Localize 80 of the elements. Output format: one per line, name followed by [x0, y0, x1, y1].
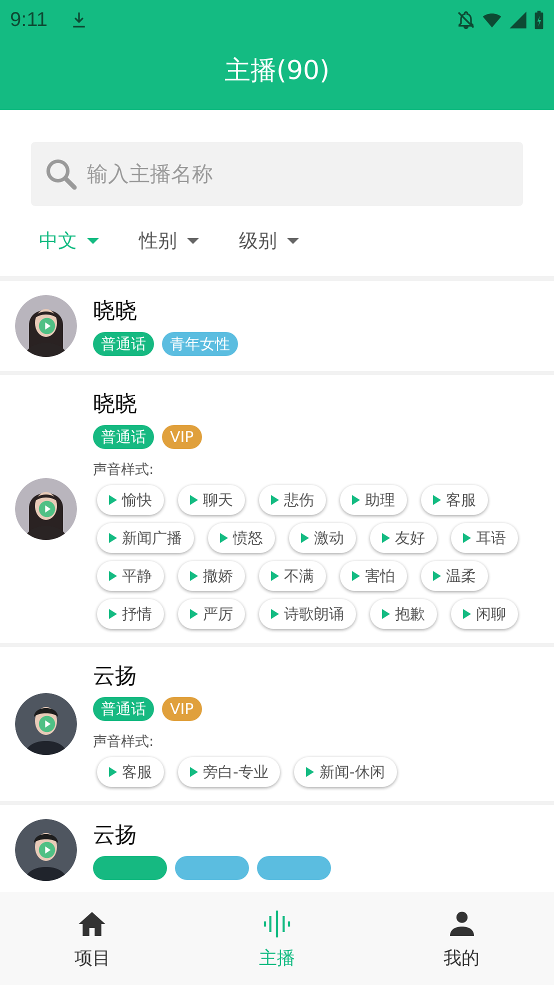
play-icon: [463, 533, 471, 543]
play-icon: [190, 609, 198, 619]
voice-style-button[interactable]: 诗歌朗诵: [259, 599, 356, 629]
caret-icon: [87, 238, 99, 244]
voice-style-button[interactable]: 新闻广播: [97, 523, 194, 553]
voice-style-button[interactable]: 害怕: [340, 561, 407, 591]
caret-icon: [187, 238, 199, 244]
play-icon: [433, 571, 441, 581]
voice-style-button[interactable]: 愉快: [97, 485, 164, 515]
play-icon: [433, 495, 441, 505]
caret-icon: [287, 238, 299, 244]
play-icon: [301, 533, 309, 543]
voice-style-button[interactable]: 抱歉: [370, 599, 437, 629]
tag: 青年女性: [162, 332, 238, 356]
play-icon: [190, 495, 198, 505]
nav-tab[interactable]: 我的: [369, 892, 554, 985]
voice-style-button[interactable]: 新闻-休闲: [294, 757, 397, 787]
voice-style-button[interactable]: 闲聊: [451, 599, 518, 629]
tag: 普通话: [93, 697, 154, 721]
play-icon: [190, 571, 198, 581]
tag: VIP: [162, 697, 202, 721]
anchor-name: 晓晓: [93, 298, 138, 326]
play-icon: [109, 533, 117, 543]
play-icon: [190, 767, 198, 777]
anchor-card[interactable]: 云扬 普通话 VIP 声音样式: 客服 旁白-专业 新闻-休闲: [0, 647, 554, 801]
voice-style-button[interactable]: 平静: [97, 561, 164, 591]
play-icon: [271, 495, 279, 505]
play-icon: [109, 767, 117, 777]
play-icon: [109, 571, 117, 581]
play-icon: [352, 571, 360, 581]
play-icon: [382, 609, 390, 619]
play-icon: [306, 767, 314, 777]
filter-dropdown[interactable]: 级别: [239, 228, 299, 254]
tag: VIP: [162, 425, 202, 449]
play-icon: [109, 609, 117, 619]
anchor-name: 云扬: [93, 663, 138, 691]
play-icon: [109, 495, 117, 505]
waveform-icon: [261, 908, 293, 940]
voice-style-button[interactable]: 撒娇: [178, 561, 245, 591]
battery-icon: [534, 10, 544, 30]
voice-style-button[interactable]: 悲伤: [259, 485, 326, 515]
voice-style-button[interactable]: 助理: [340, 485, 407, 515]
play-icon: [352, 495, 360, 505]
anchor-card[interactable]: 晓晓 普通话 青年女性: [0, 281, 554, 371]
anchor-card[interactable]: 晓晓 普通话 VIP 声音样式: 愉快 聊天 悲伤 助理 客服 新闻广播 愤怒 激动 友好 耳语 平静 撒娇 不满 害怕 温柔 抒情 严厉 诗歌朗诵 抱歉 闲聊: [0, 375, 554, 643]
filter-dropdown[interactable]: 性别: [139, 228, 199, 254]
voice-style-button[interactable]: 激动: [289, 523, 356, 553]
voice-style-button[interactable]: 客服: [97, 757, 164, 787]
voice-style-button[interactable]: 聊天: [178, 485, 245, 515]
voice-style-button[interactable]: 旁白-专业: [178, 757, 280, 787]
anchor-name: 云扬: [93, 822, 138, 850]
play-icon: [38, 317, 56, 335]
tag: 普通话: [93, 425, 154, 449]
search-field[interactable]: 输入主播名称: [31, 142, 523, 206]
anchor-name: 晓晓: [93, 391, 138, 419]
play-icon: [271, 609, 279, 619]
voice-styles-label: 声音样式:: [93, 461, 155, 479]
play-icon: [220, 533, 228, 543]
page-title: 主播(90): [224, 54, 330, 88]
voice-style-button[interactable]: 温柔: [421, 561, 488, 591]
voice-style-button[interactable]: 友好: [370, 523, 437, 553]
play-icon: [271, 571, 279, 581]
muted-bell-icon: [456, 10, 476, 30]
play-icon: [463, 609, 471, 619]
play-icon: [382, 533, 390, 543]
voice-style-button[interactable]: 客服: [421, 485, 488, 515]
play-icon: [38, 841, 56, 859]
play-icon: [38, 500, 56, 518]
voice-styles-label: 声音样式:: [93, 733, 155, 751]
tag: 普通话: [93, 332, 154, 356]
play-icon: [38, 715, 56, 733]
voice-style-button[interactable]: 抒情: [97, 599, 164, 629]
voice-style-button[interactable]: 严厉: [178, 599, 245, 629]
status-time: 9:11: [10, 8, 48, 32]
voice-style-button[interactable]: 不满: [259, 561, 326, 591]
signal-icon: [508, 10, 528, 30]
anchor-card[interactable]: 云扬: [0, 805, 554, 892]
nav-tab[interactable]: 项目: [0, 892, 185, 985]
voice-style-button[interactable]: 耳语: [451, 523, 518, 553]
voice-style-button[interactable]: 愤怒: [208, 523, 275, 553]
